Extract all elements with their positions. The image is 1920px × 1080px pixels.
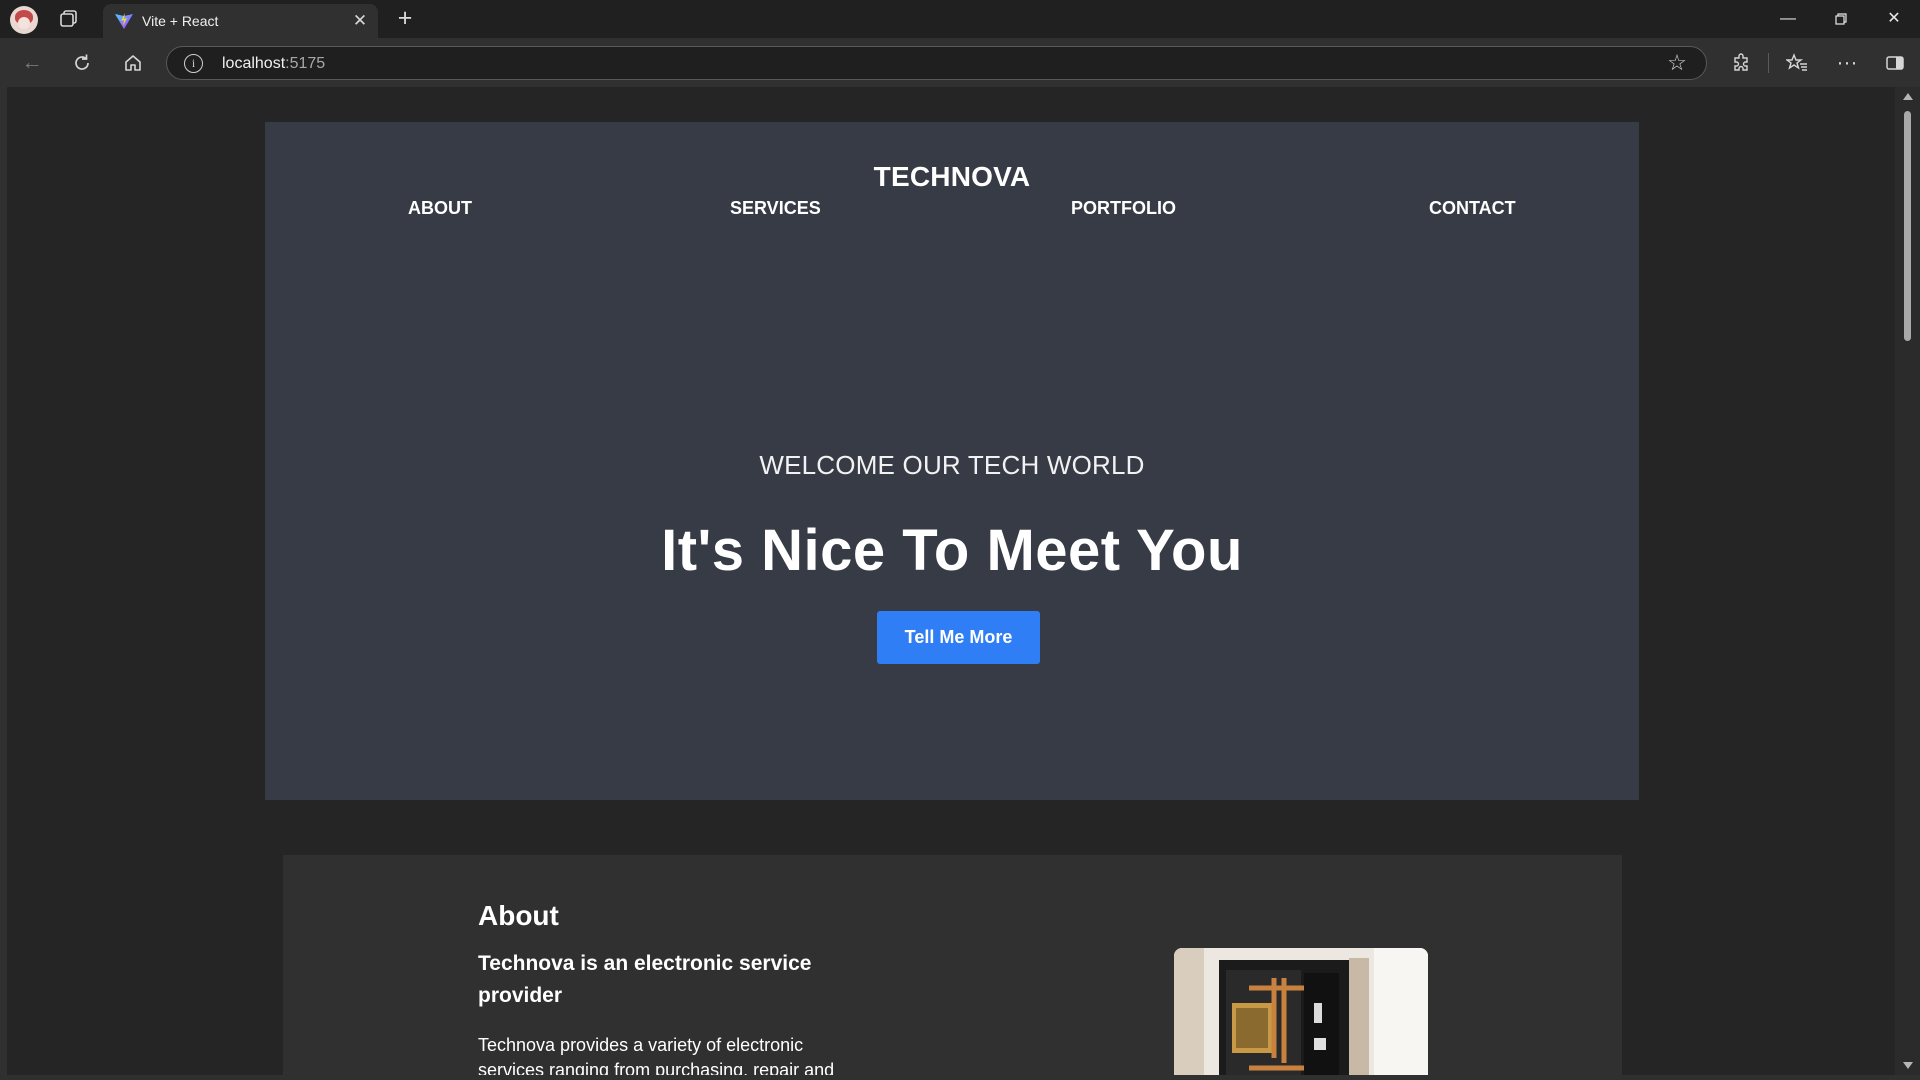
back-icon[interactable]: ← xyxy=(19,50,45,76)
nav-link-contact[interactable]: CONTACT xyxy=(1429,197,1516,219)
favorites-icon[interactable] xyxy=(1784,50,1810,76)
home-icon[interactable] xyxy=(120,50,146,76)
nav-link-about[interactable]: ABOUT xyxy=(408,197,472,219)
window-frame-left xyxy=(0,87,7,1080)
nav-link-services[interactable]: SERVICES xyxy=(730,197,821,219)
about-title: About xyxy=(478,900,559,931)
pc-build-illustration xyxy=(1174,948,1428,1075)
page-scrollbar[interactable] xyxy=(1895,87,1920,1075)
url-text: localhost:5175 xyxy=(222,54,325,73)
about-text: Technova provides a variety of electroni… xyxy=(478,1035,835,1075)
scrollbar-thumb[interactable] xyxy=(1904,111,1911,341)
site-info-icon[interactable]: i xyxy=(184,54,203,73)
extensions-icon[interactable] xyxy=(1728,50,1754,76)
page-viewport: TECHNOVA ABOUT SERVICES PORTFOLIO CONTAC… xyxy=(7,87,1895,1075)
tab-actions-icon[interactable] xyxy=(58,9,80,29)
url-port: :5175 xyxy=(285,55,326,72)
new-tab-icon[interactable]: + xyxy=(393,6,417,31)
reload-icon[interactable] xyxy=(69,50,95,76)
tell-me-more-button[interactable]: Tell Me More xyxy=(877,611,1040,664)
restore-icon[interactable] xyxy=(1819,0,1863,38)
browser-tab-bar: Vite + React ✕ + — ✕ xyxy=(0,0,1920,38)
about-subtitle: Technova is an electronic service provid… xyxy=(478,952,812,1007)
close-window-icon[interactable]: ✕ xyxy=(1872,0,1916,38)
about-section: About Technova is an electronic service … xyxy=(283,855,1622,1075)
about-image xyxy=(1174,948,1428,1075)
vite-favicon-icon xyxy=(115,13,133,29)
favorite-star-icon[interactable]: ☆ xyxy=(1665,51,1689,75)
hero-headline: It's Nice To Meet You xyxy=(661,518,1243,583)
scroll-up-arrow-icon[interactable] xyxy=(1903,93,1913,100)
address-bar[interactable]: i localhost:5175 ☆ xyxy=(166,46,1707,80)
more-options-icon[interactable]: ··· xyxy=(1834,50,1860,76)
brand-logo[interactable]: TECHNOVA xyxy=(265,160,1639,194)
window-frame-bottom xyxy=(0,1075,1920,1080)
tab-title: Vite + React xyxy=(142,13,219,29)
tab-close-icon[interactable]: ✕ xyxy=(350,11,370,31)
minimize-icon[interactable]: — xyxy=(1766,0,1810,38)
browser-tab-active[interactable]: Vite + React ✕ xyxy=(103,4,378,38)
hero-section: TECHNOVA ABOUT SERVICES PORTFOLIO CONTAC… xyxy=(265,122,1639,800)
nav-link-portfolio[interactable]: PORTFOLIO xyxy=(1071,197,1176,219)
toolbar-separator xyxy=(1768,53,1769,73)
url-host: localhost xyxy=(222,55,286,72)
sidebar-toggle-icon[interactable] xyxy=(1882,50,1908,76)
hero-tagline: WELCOME OUR TECH WORLD xyxy=(759,450,1145,480)
profile-avatar[interactable] xyxy=(10,6,38,34)
scroll-down-arrow-icon[interactable] xyxy=(1903,1062,1913,1069)
browser-toolbar: ← i localhost:5175 ☆ ··· xyxy=(0,38,1920,87)
